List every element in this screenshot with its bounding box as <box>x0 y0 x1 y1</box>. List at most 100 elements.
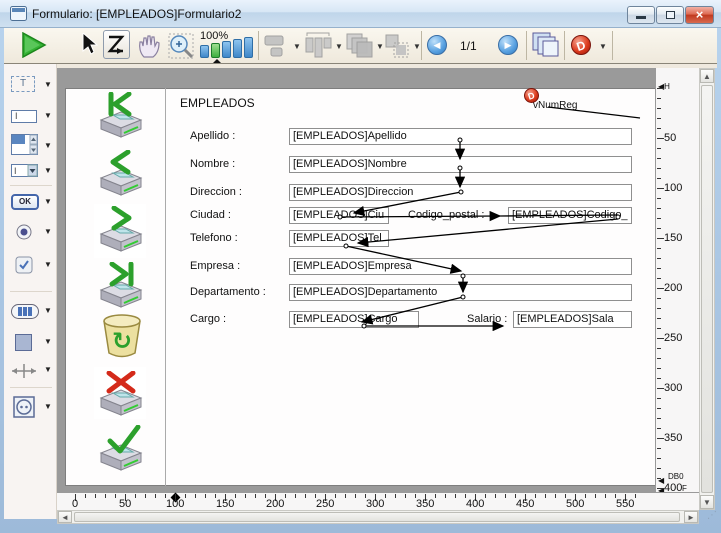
accept-button[interactable] <box>98 425 144 473</box>
first-record-button[interactable] <box>98 92 144 140</box>
maximize-button[interactable] <box>656 6 684 24</box>
level-tool-button[interactable] <box>345 32 373 59</box>
combobox-tool[interactable]: I <box>11 164 39 178</box>
ruler-tick <box>657 248 661 249</box>
previous-page-button[interactable]: ◀ <box>427 35 447 55</box>
scroll-down-button[interactable]: ▼ <box>700 495 714 509</box>
zoom-bar-3[interactable] <box>222 41 231 58</box>
vertical-scrollbar[interactable]: ▲ ▼ <box>699 68 715 510</box>
form-pages-button[interactable] <box>532 32 560 59</box>
listbox-tool[interactable] <box>11 134 39 156</box>
field-label: Salario : <box>467 311 507 328</box>
scroll-up-button[interactable]: ▲ <box>700 69 714 83</box>
field-input-salario[interactable]: [EMPLEADOS]Sala <box>513 311 632 328</box>
field-input-departamento[interactable]: [EMPLEADOS]Departamento <box>289 284 632 301</box>
ruler-tick <box>657 138 664 139</box>
title-bar[interactable]: Formulario: [EMPLEADOS]Formulario2 × <box>0 0 721 28</box>
rectangle-tool[interactable] <box>15 334 32 351</box>
horizontal-ruler[interactable]: 050100150200250300350400450500550 <box>57 492 699 510</box>
zoom-bar-4[interactable] <box>233 39 242 58</box>
field-input-empresa[interactable]: [EMPLEADOS]Empresa <box>289 258 632 275</box>
data-entry-order-tool-button[interactable] <box>103 30 130 59</box>
ruler-tick <box>657 358 661 359</box>
svg-text:↻: ↻ <box>112 328 132 355</box>
button-grid-tool[interactable] <box>11 304 39 319</box>
hruler-number: 50 <box>119 498 131 510</box>
cancel-button[interactable] <box>98 371 144 417</box>
radio-button-tool[interactable] <box>16 224 32 240</box>
hruler-number: 400 <box>466 498 484 510</box>
field-input-nombre[interactable]: [EMPLEADOS]Nombre <box>289 156 632 173</box>
input-tool-dropdown[interactable]: ▼ <box>44 111 52 120</box>
input-field-tool[interactable]: I <box>11 110 37 123</box>
ruler-tick <box>455 494 456 498</box>
listbox-tool-dropdown[interactable]: ▼ <box>44 141 52 150</box>
zoom-bar-2-current[interactable] <box>211 43 220 58</box>
splitter-tool[interactable] <box>12 363 36 379</box>
button-grid-dropdown[interactable]: ▼ <box>44 306 52 315</box>
ruler-tick <box>235 494 236 498</box>
plugin-tool-dropdown[interactable]: ▼ <box>44 402 52 411</box>
static-text-tool[interactable]: T <box>11 76 35 92</box>
checkbox-tool-dropdown[interactable]: ▼ <box>44 260 52 269</box>
button-tool-dropdown[interactable]: ▼ <box>44 197 52 206</box>
zoom-bar-1[interactable] <box>200 45 209 58</box>
rectangle-tool-dropdown[interactable]: ▼ <box>44 337 52 346</box>
execution-badge-button[interactable]: D <box>571 35 591 55</box>
zoom-tool-button[interactable] <box>167 32 195 60</box>
numreg-variable[interactable]: vNumReg <box>533 100 577 111</box>
ruler-tick <box>657 298 661 299</box>
ruler-tick <box>385 494 386 498</box>
text-tool-dropdown[interactable]: ▼ <box>44 80 52 89</box>
horizontal-scroll-thumb[interactable] <box>74 512 680 522</box>
field-input-codigo-postal[interactable]: [EMPLEADOS]Codigo_ <box>508 207 632 224</box>
vruler-number: 300 <box>664 382 682 394</box>
horizontal-scrollbar[interactable]: ◄ ► <box>57 510 699 524</box>
group-tool-button[interactable] <box>385 34 411 58</box>
distribute-dropdown-arrow[interactable]: ▼ <box>335 42 343 51</box>
hruler-number: 0 <box>72 498 78 510</box>
checkbox-tool[interactable] <box>15 256 33 274</box>
field-input-apellido[interactable]: [EMPLEADOS]Apellido <box>289 128 632 145</box>
align-tool-button[interactable] <box>264 34 290 58</box>
delete-record-button[interactable]: ↻ <box>100 313 144 361</box>
field-input-direccion[interactable]: [EMPLEADOS]Direccion <box>289 184 632 201</box>
header-marker[interactable]: ◀H <box>658 82 670 91</box>
hand-tool-button[interactable] <box>136 33 162 59</box>
ruler-tick <box>657 108 661 109</box>
previous-record-button[interactable] <box>98 150 144 198</box>
badge-dropdown-arrow[interactable]: ▼ <box>599 42 607 51</box>
distribute-tool-button[interactable] <box>304 32 332 59</box>
resize-grip[interactable]: ⋰ <box>707 510 719 522</box>
plugin-area-tool[interactable] <box>13 396 35 418</box>
combobox-tool-dropdown[interactable]: ▼ <box>44 166 52 175</box>
minimize-button[interactable] <box>627 6 655 24</box>
next-page-button[interactable]: ▶ <box>498 35 518 55</box>
next-record-button[interactable] <box>98 206 144 254</box>
ruler-tick <box>657 288 664 289</box>
close-button[interactable]: × <box>685 6 714 24</box>
execute-form-button[interactable] <box>20 32 47 58</box>
level-dropdown-arrow[interactable]: ▼ <box>376 42 384 51</box>
ruler-tick <box>657 128 661 129</box>
button-tool[interactable]: OK <box>11 194 39 210</box>
field-input-ciudad[interactable]: [EMPLEADOS]Ciu <box>289 207 389 224</box>
group-dropdown-arrow[interactable]: ▼ <box>413 42 421 51</box>
align-dropdown-arrow[interactable]: ▼ <box>293 42 301 51</box>
zoom-bar-5[interactable] <box>244 37 253 58</box>
ruler-tick <box>555 494 556 498</box>
splitter-tool-dropdown[interactable]: ▼ <box>44 365 52 374</box>
last-record-button[interactable] <box>98 262 144 310</box>
ruler-tick <box>657 98 661 99</box>
ruler-tick <box>657 268 661 269</box>
vertical-ruler[interactable]: ◀H ◀ DB0 ◀ F 50100150200250300350400 <box>655 68 699 510</box>
ruler-tick <box>657 158 661 159</box>
selection-tool-button[interactable] <box>80 33 98 57</box>
radio-tool-dropdown[interactable]: ▼ <box>44 227 52 236</box>
field-input-telefono[interactable]: [EMPLEADOS]Tel <box>289 230 389 247</box>
field-input-cargo[interactable]: [EMPLEADOS]Cargo <box>289 311 419 328</box>
scroll-left-button[interactable]: ◄ <box>58 511 72 523</box>
form-table-title[interactable]: EMPLEADOS <box>180 96 255 110</box>
vertical-scroll-thumb[interactable] <box>701 85 713 493</box>
scroll-right-button[interactable]: ► <box>684 511 698 523</box>
